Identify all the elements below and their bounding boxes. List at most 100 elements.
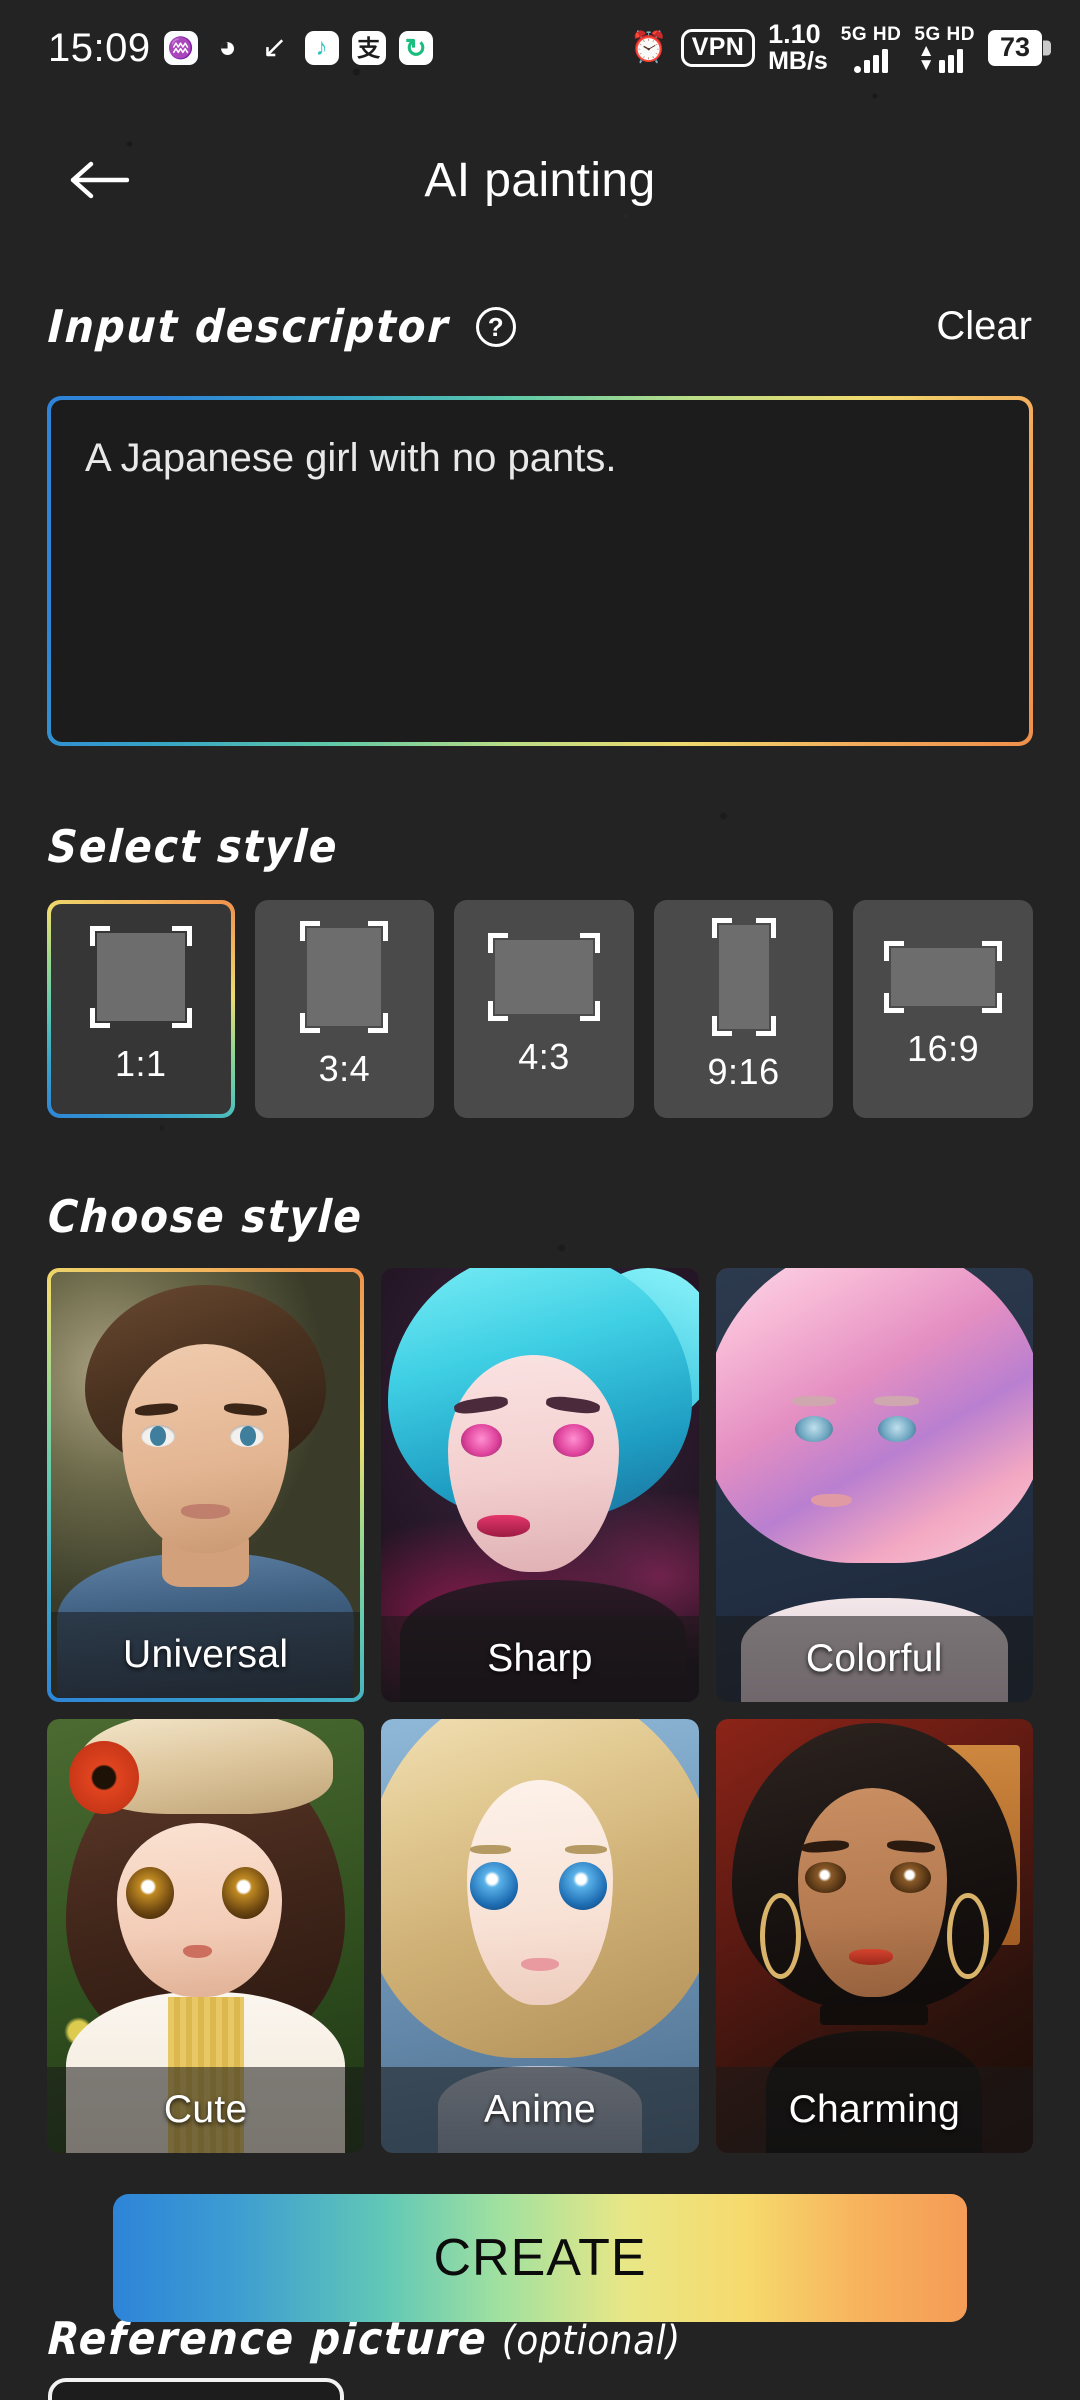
portrait-part [470,1862,518,1910]
status-bar: 15:09 ♒ ◕ ↙ ♪ 支 ↻ ⏰ VPN 1.10 MB/s 5G HD … [0,0,1080,96]
portrait-part [810,1493,853,1507]
ratio-frame-icon [487,933,600,1021]
portrait-part [791,1396,837,1406]
portrait-part [820,2005,929,2025]
style-card-grid: Universal Sharp Colorful Cute Anime Charming [47,1268,1033,2153]
prompt-input-wrapper[interactable]: A Japanese girl with no pants. [47,396,1033,746]
ratio-option-3-4[interactable]: 3:4 [254,900,435,1118]
sim1-signal-bars [854,48,889,73]
vpn-badge: VPN [680,29,756,67]
style-thumbnail: Cute [47,1719,365,2153]
style-thumbnail: Colorful [715,1268,1033,1702]
portrait-part [520,1957,560,1971]
sim2-signal: 5G HD ▲ ▼ [914,24,975,74]
ratio-label: 3:4 [318,1048,371,1089]
ratio-option-1-1[interactable]: 1:1 [47,900,235,1118]
ratio-label: 4:3 [518,1036,570,1077]
style-card-colorful[interactable]: Colorful [715,1268,1033,1702]
style-card-label: Colorful [715,1616,1033,1702]
network-speed-unit: MB/s [768,47,828,76]
portrait-part [221,1866,270,1919]
sim1-signal: 5G HD [841,24,902,73]
ratio-option-inner: 16:9 [853,900,1033,1118]
ratio-frame-icon [300,921,389,1033]
whale-app-icon: ♒ [163,31,198,65]
data-transfer-icon: ▲ ▼ [917,40,935,75]
sim1-label: 5G HD [840,23,902,45]
ratio-option-16-9[interactable]: 16:9 [853,900,1033,1118]
style-card-universal[interactable]: Universal [47,1268,365,1702]
back-button[interactable] [62,144,134,216]
select-style-heading: Select style [46,820,340,873]
network-speed-value: 1.10 [768,19,821,50]
portrait-part [183,1944,212,1958]
sim2-signal-bars: ▲ ▼ [918,42,972,73]
portrait-part [69,1740,139,1815]
portrait-part [149,1426,167,1446]
portrait-part [947,1892,989,1980]
alarm-icon: ⏰ [630,31,668,64]
app-topbar: AI painting [0,122,1080,238]
portrait-part [180,1504,231,1519]
portrait-part [126,1866,174,1919]
portrait-part [794,1415,834,1442]
portrait-part [848,1949,894,1965]
portrait-part [565,1844,607,1855]
prompt-input[interactable]: A Japanese girl with no pants. [51,400,1029,742]
status-bar-right: ⏰ VPN 1.10 MB/s 5G HD 5G HD ▲ ▼ 73 [630,21,1052,74]
portrait-part [460,1424,502,1457]
portrait-part [877,1415,916,1442]
portrait-part [715,1268,1033,1564]
network-speed: 1.10 MB/s [768,21,828,74]
aspect-ratio-row: 1:1 3:4 4:3 9:16 16:9 [47,900,1033,1118]
missed-call-icon: ↙ [262,31,288,64]
page-title: AI painting [424,153,656,207]
clear-button[interactable]: Clear [936,304,1032,349]
status-bar-left: 15:09 ♒ ◕ ↙ ♪ 支 ↻ [48,26,433,71]
style-card-label: Sharp [381,1616,699,1702]
battery-indicator: 73 [987,30,1042,66]
create-button[interactable]: CREATE [113,2194,967,2322]
ratio-frame-icon [89,926,192,1028]
style-card-anime[interactable]: Anime [381,1719,699,2153]
alipay-icon: 支 [351,31,386,65]
style-thumbnail: Anime [381,1719,699,2153]
style-card-cute[interactable]: Cute [47,1719,365,2153]
portrait-part [476,1515,531,1538]
reference-upload-box[interactable] [48,2378,344,2400]
style-card-label: Cute [47,2067,365,2153]
style-card-label: Universal [51,1612,361,1698]
back-arrow-icon [70,161,129,199]
style-card-sharp[interactable]: Sharp [381,1268,699,1702]
reference-optional-label: (optional) [501,2318,681,2364]
ratio-option-4-3[interactable]: 4:3 [454,900,634,1118]
style-thumbnail: Universal [51,1272,361,1698]
portrait-part [552,1424,594,1457]
ratio-option-inner: 1:1 [51,904,231,1114]
portrait-part [890,1862,932,1893]
style-card-charming[interactable]: Charming [715,1719,1033,2153]
input-descriptor-header: Input descriptor ? Clear [46,300,1032,353]
portrait-part [239,1426,256,1446]
portrait-part [470,1844,512,1855]
ratio-label: 1:1 [115,1043,167,1084]
ratio-option-inner: 4:3 [454,900,634,1118]
douyin-icon: ♪ [304,31,339,65]
style-thumbnail: Charming [715,1719,1033,2153]
choose-style-heading: Choose style [46,1190,365,1243]
battery-percent: 73 [987,30,1042,66]
status-clock: 15:09 [48,25,151,70]
help-icon[interactable]: ? [475,306,516,347]
style-card-label: Anime [381,2067,699,2153]
portrait-part [874,1396,919,1406]
portrait-part [804,1862,846,1893]
ratio-option-9-16[interactable]: 9:16 [653,900,834,1118]
ratio-frame-icon [711,918,776,1036]
ratio-label: 9:16 [707,1051,780,1092]
input-descriptor-heading: Input descriptor [46,300,452,353]
ratio-option-inner: 9:16 [654,900,834,1118]
style-card-label: Charming [715,2067,1033,2153]
ratio-label: 16:9 [907,1028,980,1069]
refresh-sync-icon: ↻ [398,31,433,65]
portrait-part [559,1862,607,1910]
